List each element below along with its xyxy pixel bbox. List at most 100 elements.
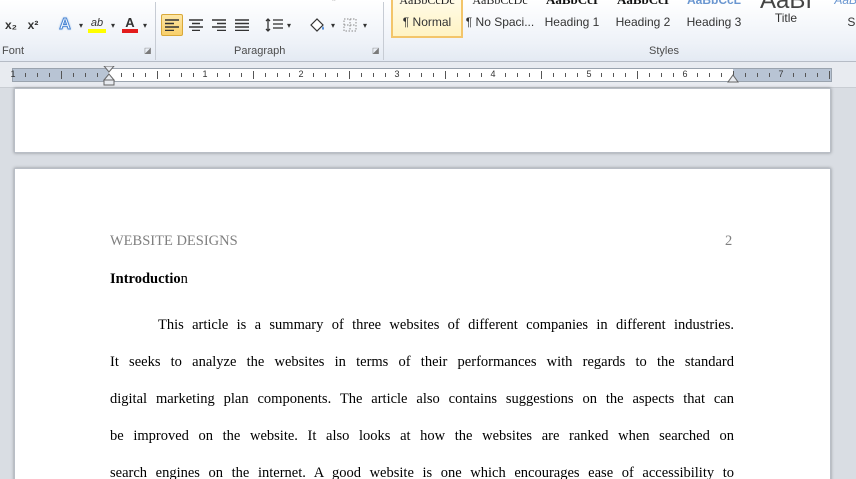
align-right-icon bbox=[212, 19, 226, 31]
paragraph-group-label: Paragraph bbox=[234, 45, 286, 57]
style-preview: AaBbCcI bbox=[537, 0, 607, 14]
ruler-tick bbox=[25, 73, 26, 77]
paint-bucket-icon bbox=[310, 18, 324, 32]
ruler-tick bbox=[613, 73, 614, 77]
ruler-tick bbox=[505, 73, 506, 77]
ruler-tick bbox=[133, 73, 134, 77]
ruler-tick bbox=[241, 73, 242, 77]
shrink-font-button[interactable]: T bbox=[46, 0, 53, 2]
style-preview: AaBbCcL bbox=[686, 0, 741, 7]
ruler-tick bbox=[349, 71, 350, 79]
font-dialog-launcher-icon[interactable]: ◪ bbox=[144, 47, 152, 55]
style-tile[interactable]: AaBbCcDc ¶ Normal bbox=[391, 0, 463, 38]
highlighter-icon: ab bbox=[90, 16, 104, 29]
ruler-number: 5 bbox=[586, 69, 592, 79]
ruler-tick bbox=[757, 73, 758, 77]
align-right-button[interactable] bbox=[208, 15, 230, 35]
grow-font-button[interactable]: T bbox=[36, 0, 43, 2]
align-left-button[interactable] bbox=[161, 14, 183, 36]
line-spacing-dropdown[interactable]: ▾ bbox=[284, 15, 294, 35]
style-preview: AaBbCcDc bbox=[472, 0, 528, 7]
borders-button[interactable] bbox=[340, 15, 360, 35]
style-name: Title bbox=[774, 11, 798, 25]
ruler-tick bbox=[37, 73, 38, 77]
style-name: ¶ No Spaci... bbox=[465, 15, 535, 29]
ruler-tick bbox=[145, 73, 146, 77]
ruler-tick bbox=[253, 71, 254, 79]
highlight-dropdown[interactable]: ▾ bbox=[108, 15, 118, 35]
text-effects-button[interactable]: A bbox=[54, 15, 76, 35]
text-effects-dropdown[interactable]: ▾ bbox=[76, 15, 86, 35]
ruler-tick bbox=[193, 73, 194, 77]
ruler-tick bbox=[85, 73, 86, 77]
ruler-tick bbox=[337, 73, 338, 77]
ruler-number: 1 bbox=[202, 69, 208, 79]
ruler-tick bbox=[217, 73, 218, 77]
ruler-tick bbox=[517, 73, 518, 77]
style-tile[interactable]: AaBITitle bbox=[750, 0, 822, 38]
style-tile[interactable]: AaBbCcIHeading 2 bbox=[607, 0, 679, 38]
justify-button[interactable] bbox=[231, 15, 253, 35]
ruler-tick bbox=[49, 73, 50, 77]
ruler-tick bbox=[745, 73, 746, 77]
ruler-tick bbox=[445, 71, 446, 79]
ruler-tick bbox=[637, 71, 638, 79]
ruler-tick bbox=[421, 73, 422, 77]
style-tile[interactable]: AaBbCcIHeading 1 bbox=[536, 0, 608, 38]
style-preview: AaBbCcI bbox=[608, 0, 678, 14]
ruler-tick bbox=[829, 71, 830, 79]
ruler-tick bbox=[709, 73, 710, 77]
ruler-tick bbox=[373, 73, 374, 77]
section-heading: Introduction bbox=[110, 271, 188, 287]
align-center-button[interactable] bbox=[185, 15, 207, 35]
line-spacing-button[interactable] bbox=[264, 15, 284, 35]
ruler-tick bbox=[661, 73, 662, 77]
ruler-tick bbox=[577, 73, 578, 77]
ruler-tick bbox=[805, 73, 806, 77]
ruler-tick bbox=[433, 73, 434, 77]
running-header: WEBSITE DESIGNS bbox=[110, 233, 238, 249]
ruler-tick bbox=[457, 73, 458, 77]
ruler-tick bbox=[469, 73, 470, 77]
ruler-bar[interactable]: 1 1 2 3 4 5 6 7 bbox=[10, 68, 832, 82]
borders-dropdown[interactable]: ▾ bbox=[360, 15, 370, 35]
ruler-tick bbox=[265, 73, 266, 77]
style-preview: AaBbCcDc bbox=[399, 0, 455, 7]
ruler-number: 1 bbox=[10, 69, 16, 79]
indent-button[interactable]: ⇐ bbox=[162, 0, 172, 2]
superscript-button[interactable]: x² bbox=[24, 15, 42, 35]
line-spacing-icon bbox=[265, 18, 283, 32]
subscript-button[interactable]: x₂ bbox=[2, 15, 20, 35]
style-name: Heading 2 bbox=[615, 15, 671, 29]
change-case-button[interactable]: aa bbox=[88, 0, 101, 2]
ruler-tick bbox=[529, 73, 530, 77]
paragraph-dialog-launcher-icon[interactable]: ◪ bbox=[372, 47, 380, 55]
ruler-tick bbox=[169, 73, 170, 77]
page-number: 2 bbox=[725, 233, 733, 249]
ruler-tick bbox=[61, 71, 62, 79]
font-group-label: Font bbox=[2, 45, 25, 57]
shading-dropdown[interactable]: ▾ bbox=[328, 15, 338, 35]
body-line-5: search engines on the internet. A good w… bbox=[110, 465, 734, 479]
ruler-tick bbox=[229, 73, 230, 77]
font-color-button[interactable]: A bbox=[120, 15, 140, 35]
style-name: Heading 3 bbox=[686, 15, 742, 29]
font-color-dropdown[interactable]: ▾ bbox=[140, 15, 150, 35]
group-divider bbox=[155, 2, 156, 60]
ruler-tick bbox=[289, 73, 290, 77]
shading-button[interactable] bbox=[306, 15, 328, 35]
sort-button[interactable]: ¶ bbox=[330, 0, 336, 2]
body-line-4: be improved on the website. It also look… bbox=[110, 428, 734, 444]
style-tile[interactable]: AaBbCcDc ¶ No Spaci... bbox=[464, 0, 536, 38]
right-indent-marker-icon[interactable] bbox=[727, 72, 739, 84]
ruler-tick bbox=[793, 73, 794, 77]
indent-marker-icon[interactable] bbox=[103, 66, 115, 86]
font-color-icon: A bbox=[125, 15, 135, 30]
style-tile[interactable]: AaBbCcL Heading 3 bbox=[678, 0, 750, 38]
style-tile[interactable]: AaBbCcI Sub bbox=[822, 0, 856, 38]
horizontal-ruler: 1 1 2 3 4 5 6 7 bbox=[0, 62, 856, 88]
group-divider bbox=[383, 2, 384, 60]
ruler-tick bbox=[673, 73, 674, 77]
highlight-button[interactable]: ab bbox=[86, 15, 108, 35]
ruler-tick bbox=[73, 73, 74, 77]
